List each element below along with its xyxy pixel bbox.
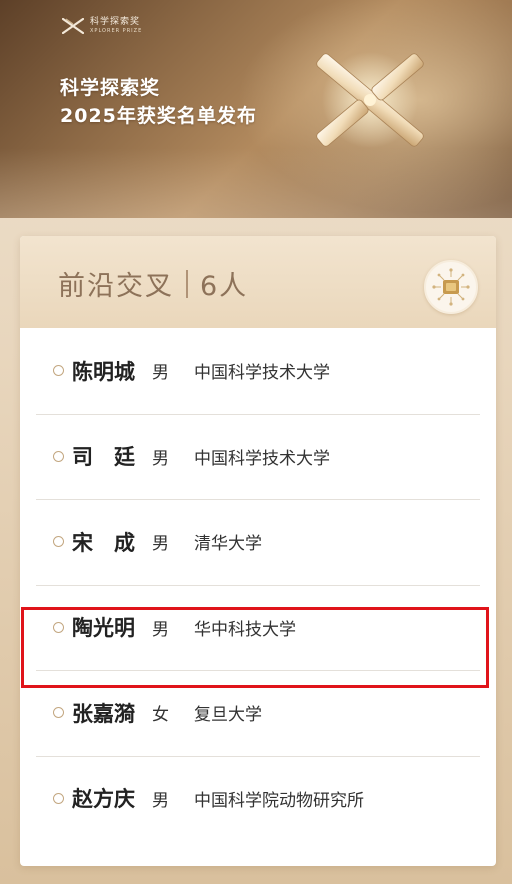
bullet-circle-icon	[53, 450, 64, 462]
category-name: 前沿交叉	[58, 271, 174, 302]
winner-name: 宋 成	[72, 530, 135, 555]
x-emblem-icon	[316, 52, 424, 148]
bullet-circle-icon	[53, 536, 64, 547]
winner-institution: 中国科学院动物研究所	[194, 790, 364, 811]
winner-name: 司 廷	[72, 445, 135, 469]
highlight-box	[21, 607, 489, 688]
winner-gender: 男	[152, 534, 169, 554]
header-banner: 科学探索奖 XPLORER PRIZE 科学探索奖 2025年获奖名单发布	[0, 0, 512, 218]
winner-institution: 中国科学技术大学	[194, 363, 330, 383]
title-divider	[186, 269, 188, 298]
winner-institution: 复旦大学	[194, 705, 262, 725]
winner-name: 赵方庆	[72, 787, 135, 811]
winner-gender: 男	[152, 448, 169, 469]
winner-name: 陈明城	[72, 359, 135, 384]
winner-gender: 男	[152, 363, 169, 383]
headline-line-1: 科学探索奖	[60, 77, 161, 99]
bullet-circle-icon	[53, 707, 64, 718]
winner-row: 赵方庆男 中国科学院动物研究所	[20, 756, 496, 841]
bullet-circle-icon	[53, 365, 64, 376]
headline-line-2: 2025年获奖名单发布	[60, 105, 257, 127]
page-headline: 科学探索奖 2025年获奖名单发布	[60, 74, 257, 130]
winner-gender: 女	[152, 705, 169, 725]
xplorer-prize-logo: 科学探索奖 XPLORER PRIZE	[62, 18, 142, 34]
winner-row: 司 廷男 中国科学技术大学	[20, 414, 496, 499]
winner-row: 宋 成男 清华大学	[20, 499, 496, 584]
winner-name: 张嘉漪	[72, 701, 135, 726]
winner-count: 6人	[200, 271, 249, 302]
chip-badge	[424, 260, 478, 314]
card-header: 前沿交叉 6人	[20, 236, 496, 328]
winner-gender: 男	[152, 790, 169, 811]
winner-institution: 清华大学	[194, 534, 262, 554]
logo-cn-text: 科学探索奖	[90, 17, 141, 27]
chip-icon	[432, 268, 470, 306]
category-title: 前沿交叉 6人	[58, 264, 248, 303]
x-logo-icon	[62, 18, 84, 34]
logo-en-text: XPLORER PRIZE	[90, 28, 143, 34]
winner-row: 陈明城男 中国科学技术大学	[20, 328, 496, 413]
winner-institution: 中国科学技术大学	[194, 448, 330, 469]
winner-card: 前沿交叉 6人 陈明城男中国科学技术大学司 廷男中国科学技术大学宋 成男清华大学…	[20, 236, 496, 866]
bullet-circle-icon	[53, 792, 64, 804]
